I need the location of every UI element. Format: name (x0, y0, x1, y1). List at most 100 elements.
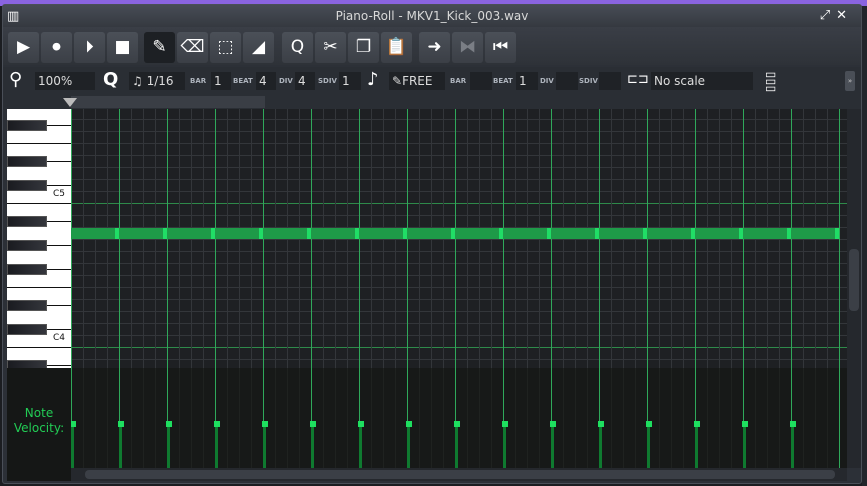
velocity-bar[interactable] (119, 423, 122, 468)
velocity-bar[interactable] (263, 423, 266, 468)
note[interactable] (647, 228, 695, 239)
maximize-icon[interactable]: ⤢ (820, 8, 836, 23)
note[interactable] (263, 228, 311, 239)
note[interactable] (311, 228, 359, 239)
black-key[interactable] (7, 180, 47, 191)
note[interactable] (119, 228, 167, 239)
velocity-bar[interactable] (407, 423, 410, 468)
velocity-bar[interactable] (695, 423, 698, 468)
note[interactable] (71, 228, 119, 239)
velocity-bar[interactable] (503, 423, 506, 468)
vertical-scrollbar[interactable] (847, 109, 861, 468)
note[interactable] (407, 228, 455, 239)
black-key[interactable] (7, 156, 47, 167)
velocity-bar[interactable] (455, 423, 458, 468)
velocity-grid-line (539, 368, 540, 468)
zoom-select[interactable]: 100% (35, 72, 95, 90)
quantize-select[interactable]: ♫ 1/16 (129, 72, 185, 90)
velocity-bar[interactable] (791, 423, 794, 468)
velocity-handle[interactable] (550, 421, 556, 427)
note[interactable] (215, 228, 263, 239)
toolbar-extension-button[interactable]: » (845, 71, 855, 91)
length-beat-field[interactable]: 4 (256, 72, 276, 90)
pitch-bend-mode-button[interactable]: ◢ (243, 32, 274, 63)
velocity-bar[interactable] (647, 423, 650, 468)
play-button[interactable]: ▶ (8, 32, 39, 63)
horizontal-scroll-thumb[interactable] (85, 470, 835, 479)
draw-mode-button[interactable]: ✎ (144, 32, 175, 63)
black-key[interactable] (7, 360, 47, 368)
black-key[interactable] (7, 216, 47, 227)
close-icon[interactable]: ✕ (836, 8, 853, 23)
velocity-handle[interactable] (598, 421, 604, 427)
pos-bar-field[interactable] (470, 72, 492, 90)
velocity-grid-line (839, 368, 840, 468)
velocity-handle[interactable] (502, 421, 508, 427)
velocity-handle[interactable] (358, 421, 364, 427)
length-div-field[interactable]: 4 (295, 72, 315, 90)
velocity-handle[interactable] (262, 421, 268, 427)
loop-button[interactable]: ⧓ (452, 32, 483, 63)
note-length-select[interactable]: ✎FREE (389, 72, 445, 90)
note[interactable] (695, 228, 743, 239)
copy-button[interactable]: ❐ (348, 32, 379, 63)
velocity-handle[interactable] (118, 421, 124, 427)
velocity-bar[interactable] (71, 423, 74, 468)
title-bar[interactable]: ▥ Piano-Roll - MKV1_Kick_003.wav ⤢✕ (3, 5, 861, 27)
velocity-bar[interactable] (167, 423, 170, 468)
record-while-playing-button[interactable]: ⏵ (74, 32, 105, 63)
note-grid[interactable] (71, 109, 847, 368)
velocity-handle[interactable] (310, 421, 316, 427)
cut-button[interactable]: ✂ (315, 32, 346, 63)
length-sdiv-field[interactable]: 1 (339, 72, 361, 90)
stop-behaviour-button[interactable]: ➜ (419, 32, 450, 63)
vertical-scroll-thumb[interactable] (849, 249, 859, 311)
note[interactable] (359, 228, 407, 239)
black-key[interactable] (7, 324, 47, 335)
playhead-marker[interactable] (63, 98, 77, 107)
note[interactable] (503, 228, 551, 239)
velocity-handle[interactable] (71, 421, 76, 427)
black-key[interactable] (7, 264, 47, 275)
length-bar-field[interactable]: 1 (211, 72, 231, 90)
quantize-button[interactable]: Q (282, 32, 313, 63)
note[interactable] (455, 228, 503, 239)
rewind-button[interactable]: ⏮ (485, 32, 516, 63)
pos-beat-field[interactable]: 1 (516, 72, 538, 90)
velocity-handle[interactable] (454, 421, 460, 427)
velocity-handle[interactable] (166, 421, 172, 427)
stop-button[interactable]: ■ (107, 32, 138, 63)
velocity-bar[interactable] (551, 423, 554, 468)
velocity-editor[interactable] (71, 368, 847, 468)
pos-div-field[interactable] (556, 72, 578, 90)
black-key[interactable] (7, 120, 47, 131)
velocity-handle[interactable] (214, 421, 220, 427)
piano-keyboard[interactable]: C5 C4 (7, 109, 71, 368)
erase-mode-button[interactable]: ⌫ (177, 32, 208, 63)
note[interactable] (551, 228, 599, 239)
velocity-handle[interactable] (694, 421, 700, 427)
velocity-handle[interactable] (406, 421, 412, 427)
select-mode-button[interactable]: ⬚ (210, 32, 241, 63)
velocity-bar[interactable] (215, 423, 218, 468)
black-key[interactable] (7, 300, 47, 311)
black-key[interactable] (7, 240, 47, 251)
velocity-handle[interactable] (790, 421, 796, 427)
velocity-bar[interactable] (743, 423, 746, 468)
scale-select[interactable]: No scale (651, 72, 753, 90)
velocity-bar[interactable] (311, 423, 314, 468)
record-button[interactable]: ⏺ (41, 32, 72, 63)
paste-button[interactable]: 📋 (381, 32, 412, 63)
chord-icon[interactable]: ▭ ▭ ▭ (765, 68, 776, 94)
note[interactable] (743, 228, 791, 239)
velocity-handle[interactable] (742, 421, 748, 427)
velocity-bar[interactable] (599, 423, 602, 468)
note[interactable] (599, 228, 647, 239)
horizontal-scrollbar[interactable] (71, 468, 847, 481)
timeline[interactable] (71, 96, 265, 108)
note[interactable] (167, 228, 215, 239)
velocity-bar[interactable] (359, 423, 362, 468)
pos-sdiv-field[interactable] (599, 72, 621, 90)
velocity-handle[interactable] (646, 421, 652, 427)
note[interactable] (791, 228, 839, 239)
